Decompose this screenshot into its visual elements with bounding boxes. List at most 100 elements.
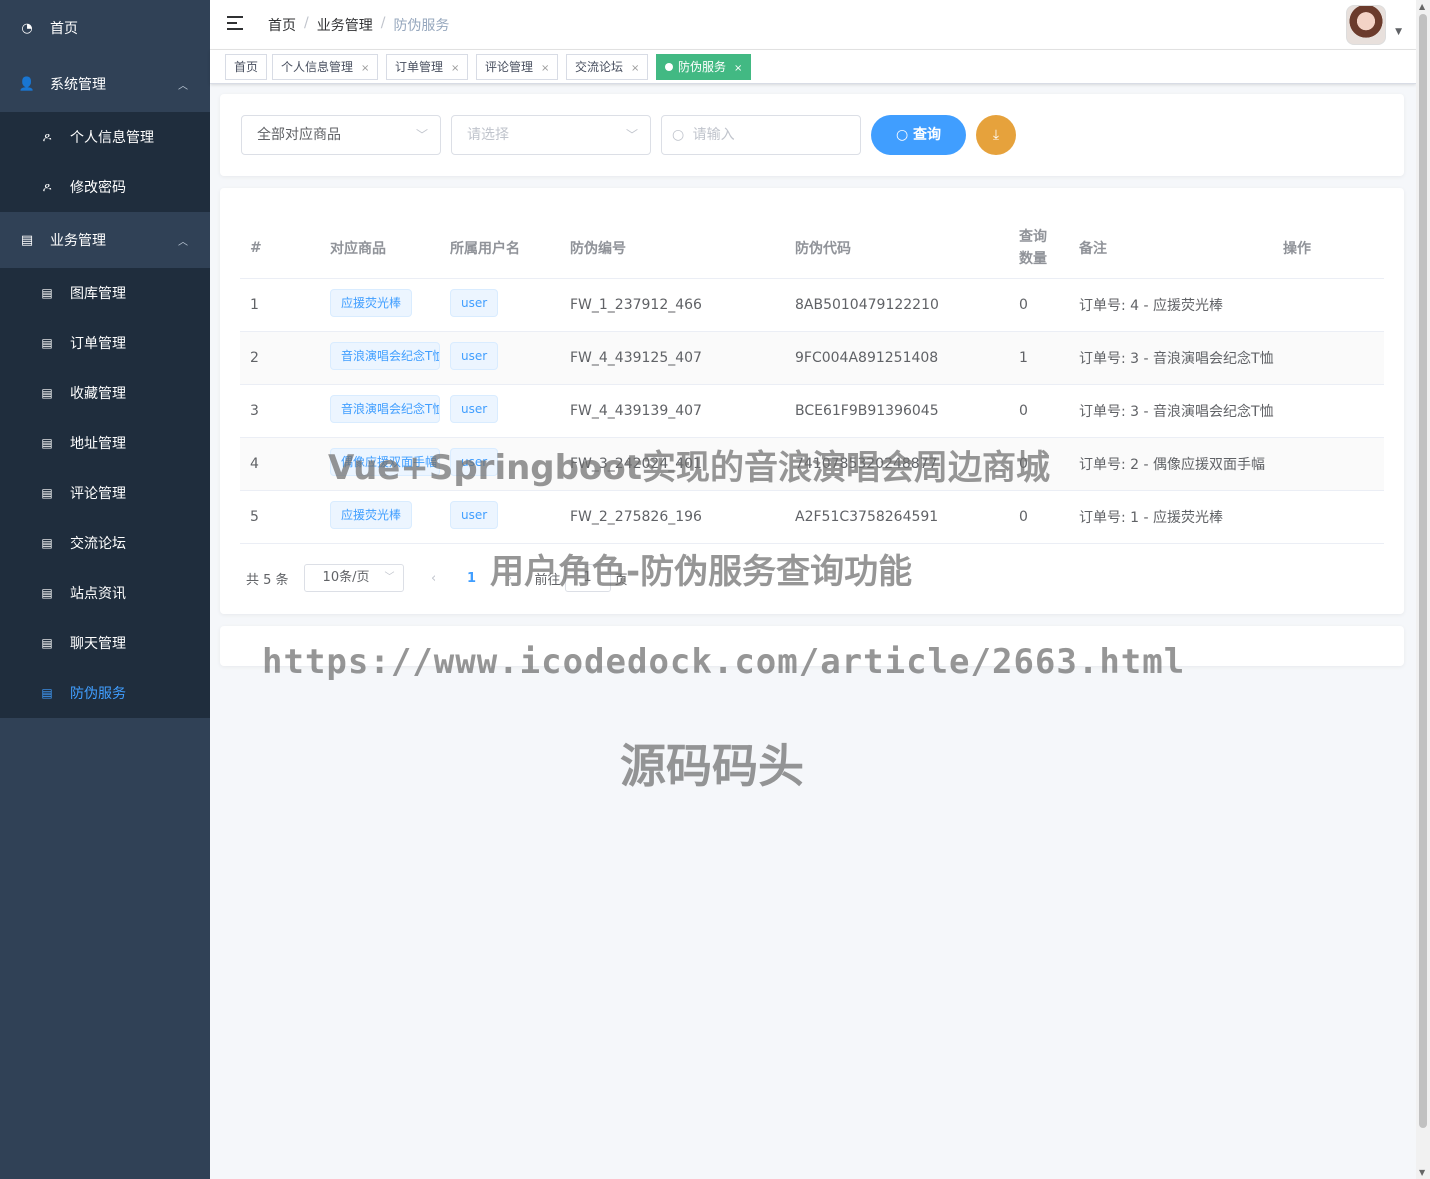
sidebar-item-personal-info[interactable]: ዶ 个人信息管理 [0, 112, 210, 162]
search-input[interactable]: ○ 请输入 [661, 115, 861, 155]
prev-page-icon[interactable]: ‹ [419, 571, 449, 586]
tab-label: 订单管理 [395, 60, 444, 74]
sidebar-item-favorites[interactable]: ▤ 收藏管理 [0, 368, 210, 418]
pagination-total: 共 5 条 [246, 572, 289, 588]
cell-code: BCE61F9B91396045 [785, 384, 1009, 438]
close-icon[interactable]: × [631, 63, 639, 74]
secondary-select[interactable]: 请选择 ﹀ [451, 115, 651, 155]
document-icon: ▤ [20, 232, 34, 248]
cell-index: 4 [240, 437, 320, 491]
tab-forum[interactable]: 交流论坛 × [566, 54, 649, 80]
chevron-up-icon: ︿ [178, 236, 188, 248]
tab-home[interactable]: 首页 [225, 54, 268, 80]
product-select[interactable]: 全部对应商品 ﹀ [241, 115, 441, 155]
sidebar-item-address[interactable]: ▤ 地址管理 [0, 418, 210, 468]
cell-user: user [440, 490, 560, 544]
product-tag: 音浪演唱会纪念T恤 [330, 341, 440, 370]
col-header: 备注 [1059, 218, 1283, 279]
document-icon: ▤ [41, 686, 53, 700]
dashboard-icon: ◔ [21, 20, 33, 36]
sidebar-item-chat[interactable]: ▤ 聊天管理 [0, 618, 210, 668]
sidebar-item-orders[interactable]: ▤ 订单管理 [0, 318, 210, 368]
breadcrumb-business[interactable]: 业务管理 [317, 15, 373, 35]
breadcrumb-home[interactable]: 首页 [268, 15, 296, 35]
cell-actions [1283, 490, 1384, 544]
table-card: # 对应商品 所属用户名 防伪编号 防伪代码 查询 数量 备注 操作 1 应援荧光… [220, 188, 1404, 614]
user-icon: 👤 [18, 76, 36, 92]
page-number[interactable]: 1 [457, 571, 487, 586]
sidebar-item-label: 站点资讯 [70, 586, 126, 602]
close-icon[interactable]: × [541, 63, 549, 74]
user-tag: user [450, 288, 499, 317]
caret-down-icon[interactable]: ▼ [1395, 27, 1402, 37]
col-header: # [240, 218, 320, 279]
cell-remark: 订单号: 2 - 偶像应援双面手幅 [1059, 437, 1283, 491]
table-row: 1 应援荧光棒 user FW_1_237912_466 8AB50104791… [240, 278, 1384, 332]
goto-prefix: 前往 [534, 572, 561, 588]
tab-comments[interactable]: 评论管理 × [476, 54, 559, 80]
sidebar-item-label: 图库管理 [70, 286, 126, 302]
sidebar-item-label: 地址管理 [70, 436, 126, 452]
avatar[interactable] [1346, 5, 1386, 45]
tab-label: 评论管理 [485, 60, 534, 74]
menu-system-label: 系统管理 [50, 77, 106, 93]
tab-anti-counterfeit[interactable]: 防伪服务 × [656, 54, 752, 80]
chevron-down-icon: ﹀ [384, 572, 395, 583]
product-tag: 应援荧光棒 [330, 288, 413, 317]
scrollbar-thumb[interactable] [1419, 14, 1427, 1128]
watermark-brand: 源码码头 [620, 739, 804, 793]
cell-user: user [440, 331, 560, 385]
cell-serial: FW_1_237912_466 [560, 278, 785, 332]
col-header: 防伪代码 [785, 218, 1009, 279]
cell-product: 应援荧光棒 [320, 490, 440, 544]
tab-orders[interactable]: 订单管理 × [386, 54, 469, 80]
goto-page-input[interactable]: 1 [564, 564, 611, 592]
cell-count: 0 [1009, 437, 1059, 491]
sidebar-item-anti-counterfeit[interactable]: ▤ 防伪服务 [0, 668, 210, 718]
cell-actions [1283, 437, 1384, 491]
close-icon[interactable]: × [451, 63, 459, 74]
document-icon: ▤ [41, 386, 53, 400]
download-button[interactable]: ⤓ [976, 115, 1016, 155]
hamburger-icon[interactable] [227, 15, 245, 31]
close-icon[interactable]: × [361, 63, 369, 74]
cell-user: user [440, 437, 560, 491]
chevron-down-icon: ﹀ [415, 128, 428, 142]
next-page-icon[interactable]: › [495, 571, 525, 586]
sidebar-item-forum[interactable]: ▤ 交流论坛 [0, 518, 210, 568]
tab-label: 交流论坛 [575, 60, 624, 74]
close-icon[interactable]: × [734, 63, 742, 74]
user-tag: user [450, 341, 499, 370]
page-scrollbar[interactable]: ▲ ▼ [1416, 0, 1430, 1179]
sidebar-item-change-password[interactable]: ዶ 修改密码 [0, 162, 210, 212]
navbar: 首页 / 业务管理 / 防伪服务 ▼ [210, 0, 1416, 50]
sidebar-item-news[interactable]: ▤ 站点资讯 [0, 568, 210, 618]
menu-home-label: 首页 [50, 21, 78, 37]
tab-personal-info[interactable]: 个人信息管理 × [272, 54, 379, 80]
cell-actions [1283, 331, 1384, 385]
pagination: 共 5 条 10条/页 ﹀ ‹ 1 › 前往 1 页 [246, 564, 628, 592]
bottom-card [220, 626, 1404, 666]
sidebar-item-gallery[interactable]: ▤ 图库管理 [0, 268, 210, 318]
menu-business[interactable]: ▤ 业务管理 ︿ [0, 212, 210, 268]
user-list-icon: ዶ [42, 179, 52, 194]
sidebar-item-label: 评论管理 [70, 486, 126, 502]
cell-code: 9FC004A891251408 [785, 331, 1009, 385]
sidebar: ◔ 首页 👤 系统管理 ︿ ዶ 个人信息管理 ዶ 修改密码 ▤ 业务管理 ︿ ▤… [0, 0, 210, 1179]
menu-business-label: 业务管理 [50, 233, 106, 249]
sidebar-item-comments[interactable]: ▤ 评论管理 [0, 468, 210, 518]
tab-label: 首页 [234, 60, 259, 74]
submenu-system: ዶ 个人信息管理 ዶ 修改密码 [0, 112, 210, 212]
cell-index: 3 [240, 384, 320, 438]
search-icon: ○ [672, 127, 685, 143]
page-size-select[interactable]: 10条/页 ﹀ [303, 564, 404, 592]
scroll-up-icon[interactable]: ▲ [1419, 2, 1425, 11]
cell-count: 0 [1009, 490, 1059, 544]
table-header-row: # 对应商品 所属用户名 防伪编号 防伪代码 查询 数量 备注 操作 [240, 218, 1384, 279]
col-header: 所属用户名 [440, 218, 560, 279]
query-button[interactable]: ○ 查询 [871, 115, 966, 155]
table-row: 4 偶像应援双面手幅 user FW_3_242024_401 74107853… [240, 437, 1384, 491]
menu-home[interactable]: ◔ 首页 [0, 0, 210, 56]
menu-system[interactable]: 👤 系统管理 ︿ [0, 56, 210, 112]
scroll-down-icon[interactable]: ▼ [1419, 1168, 1425, 1177]
